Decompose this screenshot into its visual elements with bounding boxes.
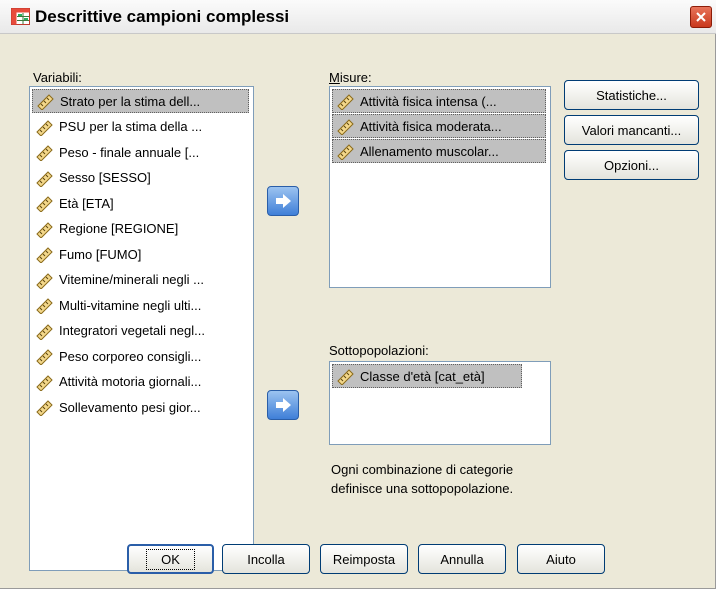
variable-item-label: Fumo [FUMO] [59, 246, 142, 262]
measure-item[interactable]: Attività fisica intensa (... [332, 89, 546, 113]
variable-item[interactable]: Peso - finale annuale [... [32, 140, 249, 164]
ruler-icon [337, 144, 354, 160]
measure-item-label: Allenamento muscolar... [360, 143, 499, 159]
close-icon [696, 12, 706, 22]
move-to-subpopulations-button[interactable] [267, 390, 299, 420]
ruler-icon [36, 272, 53, 289]
variable-item-label: Sollevamento pesi gior... [59, 399, 201, 415]
variable-item-label: Strato per la stima dell... [60, 93, 201, 109]
variable-item-label: Peso corporeo consigli... [59, 348, 202, 364]
variable-item[interactable]: Età [ETA] [32, 191, 249, 215]
variable-item[interactable]: Regione [REGIONE] [32, 217, 249, 241]
cancel-button[interactable]: Annulla [418, 544, 506, 574]
ok-button-label: OK [146, 548, 195, 570]
subpopulation-item[interactable]: Classe d'età [cat_età] [332, 364, 522, 388]
ruler-icon [337, 119, 354, 135]
measures-label: Misure: [329, 70, 372, 85]
dialog-window: Descrittive campioni complessi Variabili… [0, 0, 716, 589]
variable-item[interactable]: Strato per la stima dell... [32, 89, 249, 113]
ruler-icon [36, 400, 53, 416]
variable-item-label: PSU per la stima della ... [59, 119, 203, 134]
measure-item-label: Attività fisica moderata... [360, 118, 502, 134]
subpopulation-item-label: Classe d'età [cat_età] [360, 368, 485, 384]
subpopulations-label: Sottopopolazioni: [329, 343, 429, 358]
close-button[interactable] [690, 6, 712, 28]
measure-item[interactable]: Attività fisica moderata... [332, 114, 546, 138]
ruler-icon [36, 119, 53, 136]
variable-item-label: Vitemine/minerali negli ... [59, 272, 204, 287]
variable-item[interactable]: Fumo [FUMO] [32, 242, 249, 266]
ruler-icon [36, 247, 53, 263]
move-to-measures-button[interactable] [267, 186, 299, 216]
variable-item[interactable]: Sollevamento pesi gior... [32, 395, 249, 419]
ruler-icon [36, 298, 53, 314]
ruler-icon [337, 94, 354, 110]
ruler-icon [36, 170, 53, 187]
missing-values-button[interactable]: Valori mancanti... [564, 115, 699, 145]
ruler-icon [36, 145, 53, 161]
reset-button[interactable]: Reimposta [320, 544, 408, 574]
measure-item[interactable]: Allenamento muscolar... [332, 139, 546, 163]
arrow-right-icon [276, 398, 291, 412]
table-grid-icon [11, 8, 30, 25]
variable-item[interactable]: Integratori vegetali negl... [32, 319, 249, 343]
subpopulations-list[interactable]: Classe d'età [cat_età] [329, 361, 551, 445]
variables-list[interactable]: Strato per la stima dell... PSU per la st… [29, 86, 254, 571]
variable-item[interactable]: PSU per la stima della ... [32, 115, 249, 139]
ok-button[interactable]: OK [127, 544, 214, 574]
variable-item[interactable]: Attività motoria giornali... [32, 370, 249, 394]
variable-item-label: Attività motoria giornali... [59, 374, 202, 389]
variable-item[interactable]: Multi-vitamine negli ulti... [32, 293, 249, 317]
measure-item-label: Attività fisica intensa (... [360, 93, 497, 109]
arrow-right-icon [276, 194, 291, 208]
ruler-icon [36, 349, 53, 365]
variable-item[interactable]: Sesso [SESSO] [32, 166, 249, 190]
window-title: Descrittive campioni complessi [35, 7, 290, 26]
ruler-icon [36, 196, 53, 212]
variable-item-label: Sesso [SESSO] [59, 170, 151, 185]
help-button[interactable]: Aiuto [517, 544, 605, 574]
variable-item-label: Peso - finale annuale [... [59, 144, 200, 160]
ruler-icon [36, 323, 53, 340]
variable-item-label: Integratori vegetali negl... [59, 323, 205, 338]
ruler-icon [337, 369, 354, 385]
variables-label: Variabili: [33, 70, 82, 85]
variable-item[interactable]: Vitemine/minerali negli ... [32, 268, 249, 292]
measures-list[interactable]: Attività fisica intensa (... Attività fis… [329, 86, 551, 288]
statistics-button[interactable]: Statistiche... [564, 80, 699, 110]
variable-item-label: Età [ETA] [59, 195, 114, 211]
title-bar: Descrittive campioni complessi [0, 0, 716, 34]
info-text: Ogni combinazione di categorie definisce… [331, 462, 514, 496]
variable-item-label: Regione [REGIONE] [59, 221, 179, 236]
ruler-icon [36, 374, 53, 391]
ruler-icon [37, 94, 54, 110]
options-button[interactable]: Opzioni... [564, 150, 699, 180]
ruler-icon [36, 221, 53, 238]
variable-item-label: Multi-vitamine negli ulti... [59, 297, 202, 313]
variable-item[interactable]: Peso corporeo consigli... [32, 344, 249, 368]
paste-button[interactable]: Incolla [222, 544, 310, 574]
